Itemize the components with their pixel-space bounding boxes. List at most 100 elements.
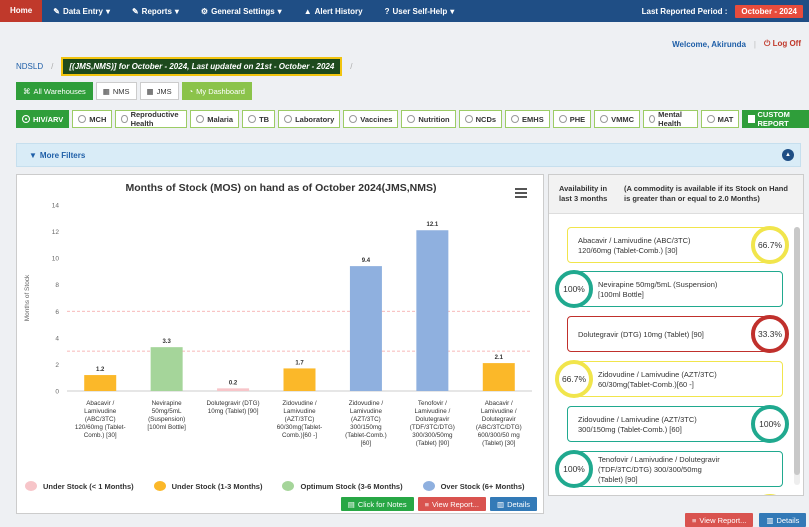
- tab-label: All Warehouses: [33, 86, 86, 96]
- view-report-button[interactable]: ≡ View Report...: [417, 497, 486, 511]
- availability-details-button[interactable]: ▥ Details: [759, 513, 807, 527]
- custom-report-button[interactable]: CUSTOM REPORT: [742, 110, 809, 128]
- program-hiv-arv[interactable]: HIV/ARV: [16, 110, 70, 128]
- program-label: HIV/ARV: [33, 114, 64, 124]
- radio-button[interactable]: [248, 115, 257, 123]
- tab-all-warehouses[interactable]: ⌘ All Warehouses: [16, 82, 93, 100]
- x-tick-label: Abacavir / Lamivudine / Dolutegravir (ABC/3…: [476, 400, 522, 447]
- program-mental-health[interactable]: Mental Health: [643, 110, 698, 128]
- edit-icon: ✎: [53, 6, 60, 16]
- radio-button[interactable]: [196, 115, 205, 123]
- program-vaccines[interactable]: Vaccines: [343, 110, 399, 128]
- nav-item-alert-history[interactable]: ▲ Alert History: [293, 0, 374, 22]
- bar-value-label: 9.4: [362, 258, 371, 264]
- checkbox[interactable]: [748, 115, 755, 123]
- logout-link[interactable]: ⏻ Log Off: [764, 39, 801, 49]
- logout-label: Log Off: [772, 39, 801, 48]
- availability-percent-ring: 100%: [751, 405, 789, 443]
- program-tb[interactable]: TB: [242, 110, 276, 128]
- last-reported-badge[interactable]: October - 2024: [735, 4, 803, 18]
- radio-button[interactable]: [649, 115, 656, 123]
- caret-down-icon: ▾: [450, 6, 455, 16]
- availability-card[interactable]: Abacavir / Lamivudine / Dolutegravir: [567, 495, 771, 496]
- availability-card[interactable]: Zidovudine / Lamivudine (AZT/3TC) 60/30mg…: [569, 361, 783, 397]
- radio-button[interactable]: [78, 115, 87, 123]
- program-mch[interactable]: MCH: [72, 110, 113, 128]
- radio-button[interactable]: [22, 115, 30, 123]
- y-tick-label: 14: [52, 203, 60, 210]
- radio-button[interactable]: [407, 115, 416, 123]
- availability-commodity-name: Zidovudine / Lamivudine (AZT/3TC) 300/150…: [578, 415, 697, 435]
- availability-card[interactable]: Dolutegravir (DTG) 10mg (Tablet) [90]: [567, 316, 771, 352]
- more-filters-bar[interactable]: ▼ More Filters ▲: [16, 143, 801, 167]
- nav-item-user-self-help[interactable]: ? User Self-Help ▾: [374, 0, 466, 22]
- click-for-notes-button[interactable]: ▤ Click for Notes: [340, 497, 414, 511]
- legend-item-under1[interactable]: Under Stock (< 1 Months): [25, 481, 134, 491]
- availability-percent: 100%: [563, 284, 585, 294]
- legend-item-under13[interactable]: Under Stock (1-3 Months): [153, 481, 262, 491]
- program-reproductive-health[interactable]: Reproductive Health: [115, 110, 188, 128]
- mos-chart-panel: Months of Stock (MOS) on hand as of Octo…: [16, 174, 544, 514]
- tab-label: NMS: [112, 86, 130, 96]
- availability-card[interactable]: Zidovudine / Lamivudine (AZT/3TC) 300/150…: [567, 406, 771, 442]
- details-button[interactable]: ▥ Details: [489, 497, 537, 511]
- radio-button[interactable]: [464, 115, 473, 123]
- nav-item-label: General Settings: [211, 6, 275, 16]
- program-label: Vaccines: [360, 114, 393, 124]
- collapse-toggle-icon[interactable]: ▲: [782, 149, 794, 161]
- radio-button[interactable]: [121, 115, 128, 123]
- program-label: Malaria: [207, 114, 234, 124]
- gears-icon: ⚙: [200, 6, 209, 16]
- nav-item-data-entry[interactable]: ✎ Data Entry ▾: [42, 0, 121, 22]
- dashboard-icon: ◔: [188, 86, 194, 96]
- legend-item-optimum[interactable]: Optimum Stock (3-6 Months): [282, 481, 403, 491]
- availability-percent: 100%: [563, 464, 585, 474]
- radio-button[interactable]: [558, 115, 567, 123]
- tab-jms[interactable]: ▦ JMS: [139, 82, 179, 100]
- program-ncds[interactable]: NCDs: [458, 110, 503, 128]
- chart-legend: Under Stock (< 1 Months) Under Stock (1-3…: [25, 481, 545, 491]
- nav-item-reports[interactable]: ✎ Reports ▾: [121, 0, 190, 22]
- legend-item-over[interactable]: Over Stock (6+ Months): [422, 481, 525, 491]
- availability-percent-ring: 66.7%: [555, 360, 593, 398]
- last-reported-period: Last Reported Period : October - 2024: [642, 4, 809, 18]
- program-label: Nutrition: [418, 114, 450, 124]
- program-label: Reproductive Health: [130, 110, 179, 128]
- program-label: NCDs: [475, 114, 497, 124]
- radio-button[interactable]: [284, 115, 293, 123]
- radio-button[interactable]: [349, 115, 358, 123]
- availability-view-report-button[interactable]: ≡ View Report...: [685, 513, 754, 527]
- nav-item-general-settings[interactable]: ⚙ General Settings ▾: [190, 0, 293, 22]
- radio-button[interactable]: [706, 115, 715, 123]
- radio-button[interactable]: [600, 115, 609, 123]
- nav-home[interactable]: Home: [0, 0, 43, 22]
- warehouse-tabs: ⌘ All Warehouses ▦ NMS ▦ JMS ◔ My Dashboard: [16, 82, 252, 100]
- program-phe[interactable]: PHE: [552, 110, 592, 128]
- tab-nms[interactable]: ▦ NMS: [95, 82, 137, 100]
- breadcrumb-root[interactable]: NDSLD: [16, 62, 43, 71]
- program-emhs[interactable]: EMHS: [505, 110, 550, 128]
- program-laboratory[interactable]: Laboratory: [278, 110, 341, 128]
- notes-label: Click for Notes: [357, 499, 407, 509]
- availability-percent-ring: 33.3%: [751, 315, 789, 353]
- radio-button[interactable]: [511, 115, 520, 123]
- bar-chart-icon: ▥: [766, 515, 774, 525]
- program-mat[interactable]: MAT: [700, 110, 740, 128]
- program-nutrition[interactable]: Nutrition: [401, 110, 456, 128]
- program-vmmc[interactable]: VMMC: [594, 110, 641, 128]
- divider: |: [753, 39, 756, 49]
- bar-chart-icon: ▥: [496, 499, 505, 509]
- program-malaria[interactable]: Malaria: [190, 110, 240, 128]
- chart-menu-icon[interactable]: [515, 188, 527, 200]
- chart-actions: ▤ Click for Notes ≡ View Report... ▥ Detail…: [340, 497, 537, 511]
- scrollbar-thumb[interactable]: [794, 227, 800, 475]
- availability-name-line: 120/60mg (Tablet-Comb.) [30]: [578, 246, 678, 255]
- availability-card[interactable]: Abacavir / Lamivudine (ABC/3TC) 120/60mg …: [567, 227, 771, 263]
- availability-card[interactable]: Tenofovir / Lamivudine / Dolutegravir (TD…: [569, 451, 783, 487]
- availability-card[interactable]: Nevirapine 50mg/5mL (Suspension) [100ml B…: [569, 271, 783, 307]
- bar-value-label: 0.2: [229, 380, 238, 386]
- availability-scrollbar[interactable]: [794, 227, 800, 485]
- chart-title: Months of Stock (MOS) on hand as of Octo…: [126, 182, 437, 194]
- bar: [217, 388, 250, 391]
- tab-my-dashboard[interactable]: ◔ My Dashboard: [181, 82, 252, 100]
